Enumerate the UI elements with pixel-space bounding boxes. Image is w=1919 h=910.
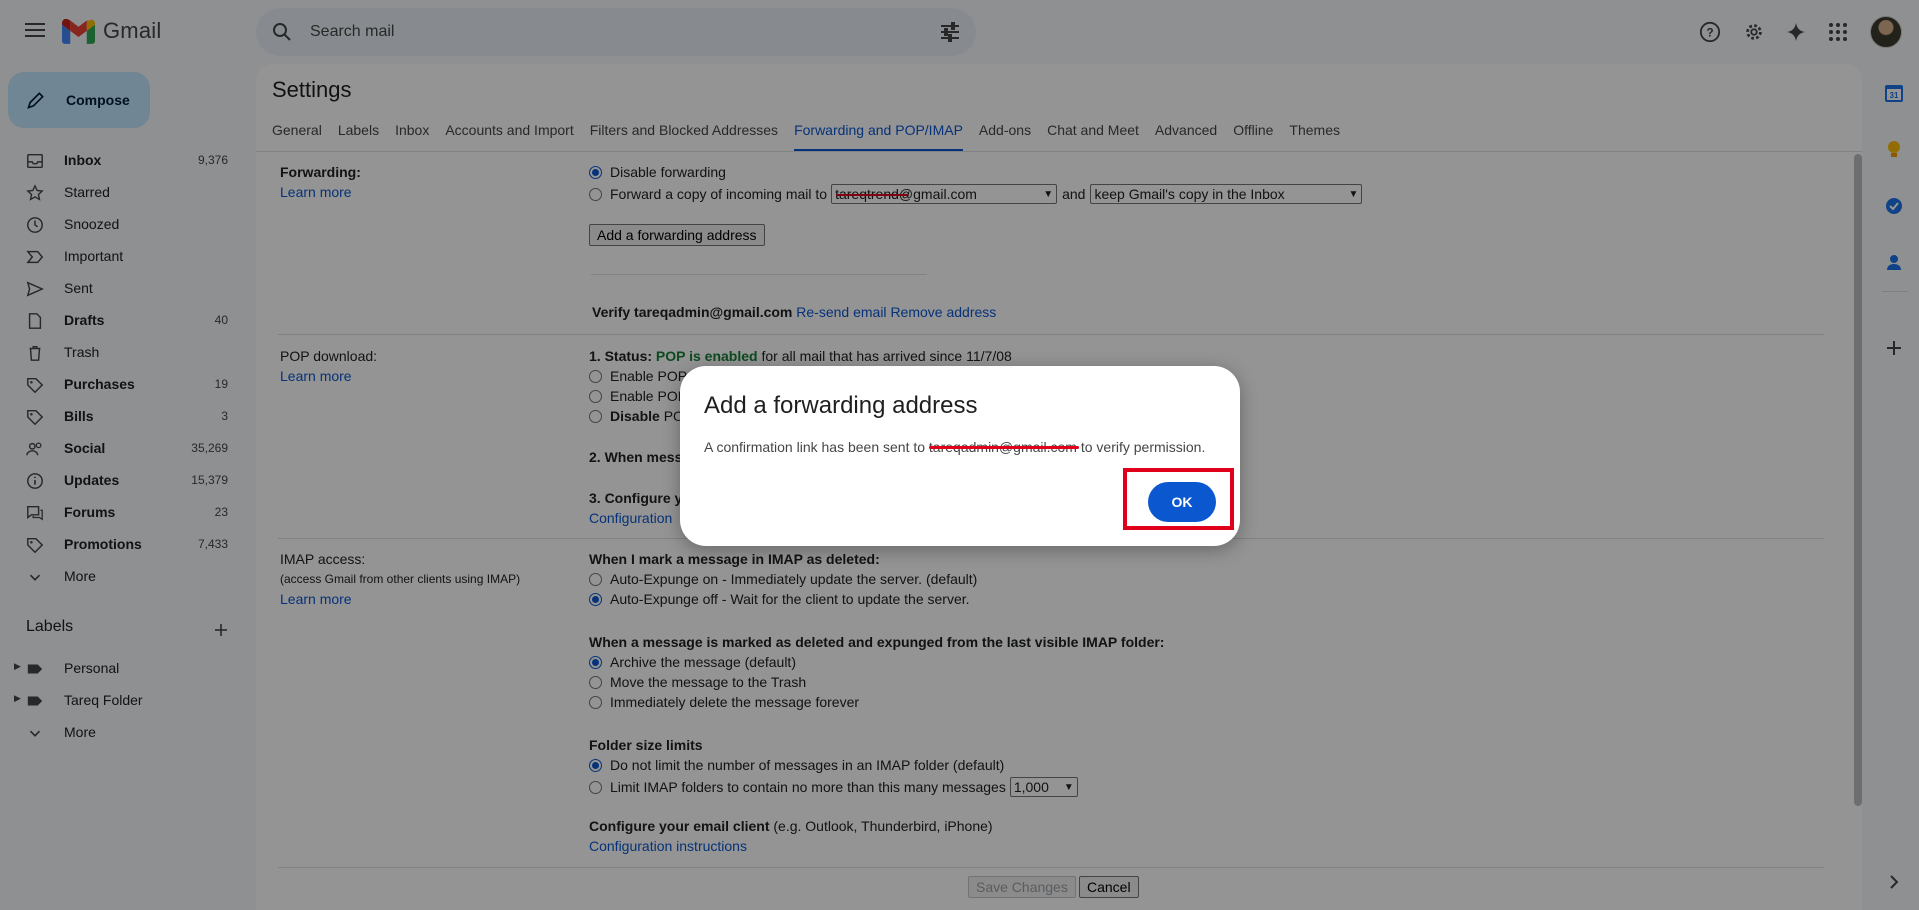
highlight-box xyxy=(1123,468,1234,530)
dialog-message-email-wrap: tareqadmin@gmail.com xyxy=(928,439,1079,455)
redaction-mark xyxy=(928,446,1079,449)
dialog-message-suffix: to verify permission. xyxy=(1080,439,1206,455)
dialog-message: A confirmation link has been sent to tar… xyxy=(704,439,1205,455)
dialog-message-prefix: A confirmation link has been sent to xyxy=(704,439,926,455)
dialog-title: Add a forwarding address xyxy=(704,392,978,419)
